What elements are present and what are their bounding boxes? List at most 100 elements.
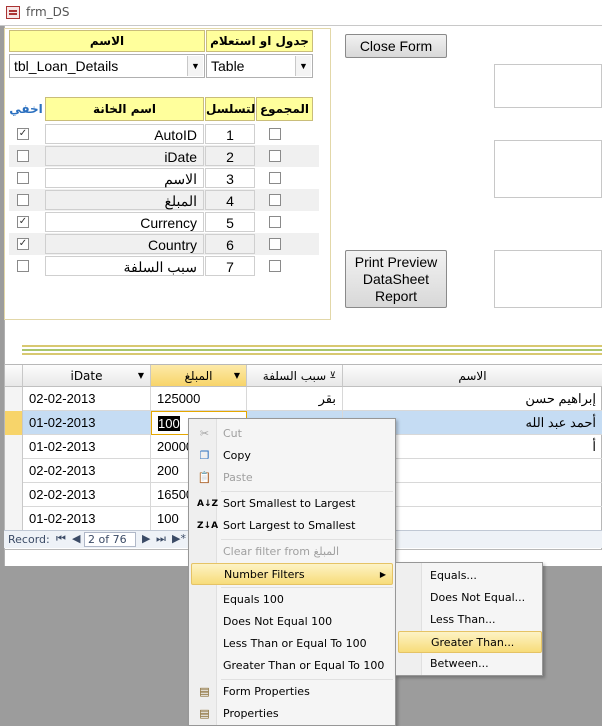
- column-amount-label: المبلغ: [184, 369, 213, 383]
- object-type-combo[interactable]: Table ▼: [206, 54, 313, 78]
- between-filter-label: Between...: [430, 657, 489, 670]
- hide-checkbox[interactable]: [17, 172, 29, 184]
- menu-item-equals[interactable]: Equals 100: [191, 589, 393, 611]
- text-box-3[interactable]: [494, 250, 602, 308]
- submenu-item-greater-than[interactable]: Greater Than...: [398, 631, 542, 653]
- filter-icon[interactable]: ⊻: [329, 365, 336, 387]
- total-checkbox[interactable]: [269, 172, 281, 184]
- new-record-icon[interactable]: ▶*: [172, 532, 186, 545]
- close-form-button[interactable]: Close Form: [345, 34, 447, 58]
- record-selector[interactable]: [5, 483, 23, 507]
- sequence-cell[interactable]: 6: [205, 234, 255, 254]
- reason-cell[interactable]: بقر: [247, 387, 343, 411]
- equals-filter-label: Equals...: [430, 569, 477, 582]
- field-row: ✓ Currency 5: [9, 211, 319, 233]
- idate-cell[interactable]: 02-02-2013: [23, 459, 151, 483]
- field-row: سبب السلفة 7: [9, 255, 319, 277]
- hide-checkbox[interactable]: [17, 260, 29, 272]
- record-selector[interactable]: [5, 411, 23, 435]
- total-checkbox[interactable]: [269, 216, 281, 228]
- menu-item-sort-asc[interactable]: A↓Z Sort Smallest to Largest: [191, 493, 393, 515]
- hide-checkbox[interactable]: ✓: [17, 128, 29, 140]
- field-name-cell[interactable]: AutoID: [45, 124, 204, 144]
- print-preview-button[interactable]: Print Preview DataSheet Report: [345, 250, 447, 308]
- column-header-amount[interactable]: المبلغ ▼: [151, 365, 247, 387]
- datasheet-row[interactable]: 02-02-2013 125000 بقر إبراهيم حسن: [5, 387, 602, 411]
- field-name-cell[interactable]: الاسم: [45, 168, 204, 188]
- menu-item-clear-filter[interactable]: Clear filter from المبلغ: [191, 541, 393, 563]
- idate-cell[interactable]: 01-02-2013: [23, 507, 151, 531]
- chevron-down-icon[interactable]: ▼: [295, 56, 311, 76]
- menu-item-gte[interactable]: Greater Than or Equal To 100: [191, 655, 393, 677]
- field-name-cell[interactable]: المبلغ: [45, 190, 204, 210]
- sort-ascending-icon: A↓Z: [197, 499, 219, 509]
- first-record-icon[interactable]: ⏮: [56, 532, 66, 546]
- text-box-1[interactable]: [494, 64, 602, 108]
- record-selector[interactable]: [5, 387, 23, 411]
- text-box-2[interactable]: [494, 140, 602, 198]
- object-name-combo[interactable]: tbl_Loan_Details ▼: [9, 54, 205, 78]
- idate-cell[interactable]: 01-02-2013: [23, 411, 151, 435]
- chevron-down-icon[interactable]: ▼: [234, 365, 240, 387]
- record-position-input[interactable]: 2 of 76: [84, 532, 136, 547]
- submenu-item-between[interactable]: Between...: [398, 653, 542, 675]
- clear-filter-label: Clear filter from المبلغ: [223, 545, 340, 558]
- idate-cell[interactable]: 02-02-2013: [23, 387, 151, 411]
- menu-item-paste[interactable]: 📋 Paste: [191, 467, 393, 489]
- hide-checkbox[interactable]: [17, 194, 29, 206]
- idate-cell[interactable]: 02-02-2013: [23, 483, 151, 507]
- chevron-down-icon[interactable]: ▼: [187, 56, 203, 76]
- column-header-reason[interactable]: سبب السلفة ⊻: [247, 365, 343, 387]
- previous-record-icon[interactable]: ◀: [72, 532, 80, 545]
- sort-asc-label: Sort Smallest to Largest: [223, 497, 356, 510]
- menu-item-copy[interactable]: ❐ Copy: [191, 445, 393, 467]
- field-name-cell[interactable]: Country: [45, 234, 204, 254]
- select-all-corner[interactable]: [5, 365, 23, 387]
- chevron-down-icon[interactable]: ▼: [138, 365, 144, 387]
- record-selector[interactable]: [5, 459, 23, 483]
- menu-item-sort-desc[interactable]: Z↓A Sort Largest to Smallest: [191, 515, 393, 537]
- menu-item-form-properties[interactable]: ▤ Form Properties: [191, 681, 393, 703]
- amount-cell[interactable]: 125000: [151, 387, 247, 411]
- submenu-item-not-equal[interactable]: Does Not Equal...: [398, 587, 542, 609]
- total-checkbox[interactable]: [269, 150, 281, 162]
- menu-item-number-filters[interactable]: Number Filters ▶: [191, 563, 393, 585]
- hide-checkbox[interactable]: [17, 150, 29, 162]
- submenu-item-less-than[interactable]: Less Than...: [398, 609, 542, 631]
- sequence-cell[interactable]: 7: [205, 256, 255, 276]
- sequence-cell[interactable]: 1: [205, 124, 255, 144]
- last-record-icon[interactable]: ⏭: [156, 532, 166, 546]
- menu-item-lte[interactable]: Less Than or Equal To 100: [191, 633, 393, 655]
- column-header-idate[interactable]: iDate ▼: [23, 365, 151, 387]
- idate-cell[interactable]: 01-02-2013: [23, 435, 151, 459]
- total-checkbox[interactable]: [269, 194, 281, 206]
- sequence-cell[interactable]: 3: [205, 168, 255, 188]
- object-name-value: tbl_Loan_Details: [14, 58, 119, 74]
- column-idate-label: iDate: [70, 369, 103, 383]
- submenu-item-equals[interactable]: Equals...: [398, 565, 542, 587]
- object-type-value: Table: [211, 58, 245, 74]
- name-cell[interactable]: إبراهيم حسن: [343, 387, 602, 411]
- menu-item-cut[interactable]: ✂ Cut: [191, 423, 393, 445]
- next-record-icon[interactable]: ▶: [142, 532, 150, 545]
- field-name-cell[interactable]: iDate: [45, 146, 204, 166]
- record-label: Record:: [8, 533, 50, 546]
- menu-separator: [221, 679, 393, 680]
- record-selector[interactable]: [5, 435, 23, 459]
- column-header-name[interactable]: الاسم: [343, 365, 602, 387]
- field-name-cell[interactable]: سبب السلفة: [45, 256, 204, 276]
- menu-item-properties[interactable]: ▤ Properties: [191, 703, 393, 725]
- total-checkbox[interactable]: [269, 128, 281, 140]
- sequence-cell[interactable]: 4: [205, 190, 255, 210]
- menu-item-not-equal[interactable]: Does Not Equal 100: [191, 611, 393, 633]
- record-selector[interactable]: [5, 507, 23, 531]
- sequence-cell[interactable]: 5: [205, 212, 255, 232]
- total-checkbox[interactable]: [269, 238, 281, 250]
- amount-value: 100: [157, 511, 179, 526]
- field-name-cell[interactable]: Currency: [45, 212, 204, 232]
- field-name-header: اسم الخانة: [45, 97, 204, 121]
- hide-checkbox[interactable]: ✓: [17, 238, 29, 250]
- sequence-cell[interactable]: 2: [205, 146, 255, 166]
- hide-checkbox[interactable]: ✓: [17, 216, 29, 228]
- total-checkbox[interactable]: [269, 260, 281, 272]
